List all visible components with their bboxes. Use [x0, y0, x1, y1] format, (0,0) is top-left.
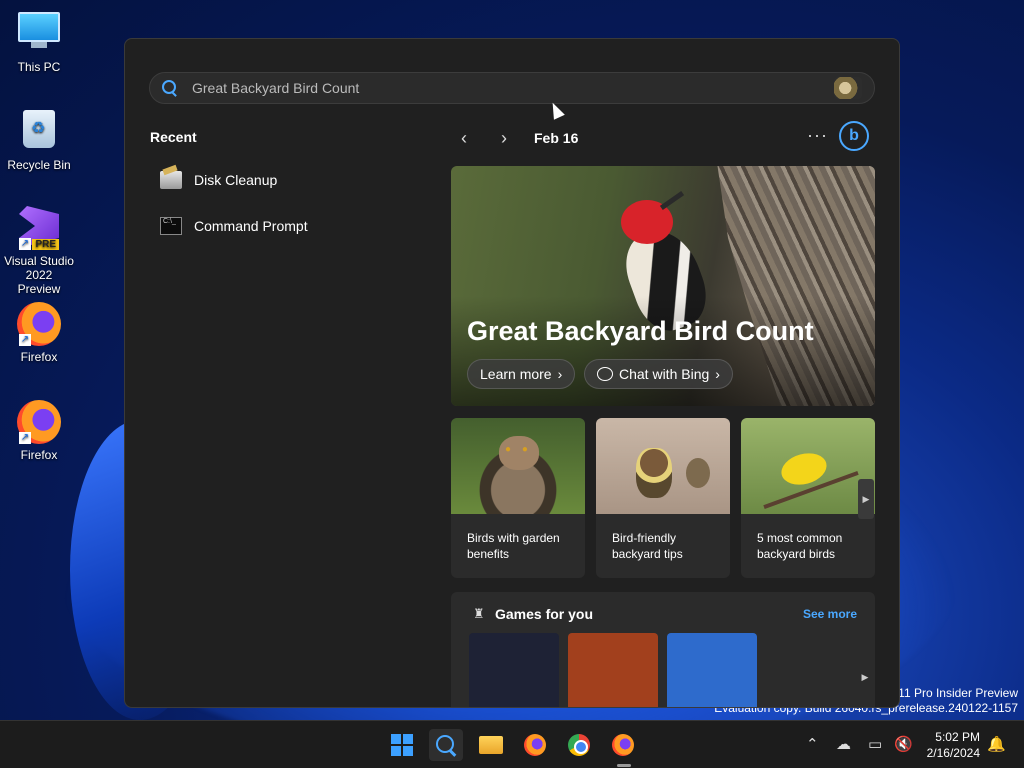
chevron-left-icon: ‹	[461, 127, 467, 148]
hero-card[interactable]: Great Backyard Bird Count Learn more › C…	[451, 166, 875, 406]
search-input[interactable]	[192, 80, 834, 96]
search-icon	[435, 734, 457, 756]
game-tile[interactable]	[667, 633, 757, 707]
desktop-icon-firefox-1[interactable]: ↗ Firefox	[4, 302, 74, 364]
chevron-right-icon: ›	[715, 366, 720, 382]
previous-day-button[interactable]: ‹	[461, 127, 467, 149]
taskbar: ⌃ ☁ ▭ 🔇 5:02 PM 2/16/2024 🔔	[0, 720, 1024, 768]
games-section: ♜ Games for you See more ▶	[451, 592, 875, 707]
recent-item-label: Disk Cleanup	[194, 172, 278, 188]
card-bird-friendly-tips[interactable]: Bird-friendly backyard tips	[596, 418, 730, 578]
chevron-right-icon: ›	[501, 127, 507, 148]
recent-item-disk-cleanup[interactable]: Disk Cleanup	[160, 171, 277, 189]
pre-badge: PRE	[32, 239, 59, 250]
card-title: Bird-friendly backyard tips	[612, 531, 683, 561]
search-icon	[162, 80, 178, 96]
shortcut-arrow-icon: ↗	[19, 238, 31, 250]
notification-bell-icon[interactable]: 🔔	[987, 735, 1006, 753]
firefox-icon	[524, 734, 546, 756]
chrome-icon	[568, 734, 590, 756]
card-birds-garden-benefits[interactable]: Birds with garden benefits	[451, 418, 585, 578]
date-label: Feb 16	[534, 130, 579, 146]
shortcut-arrow-icon: ↗	[19, 334, 31, 346]
chat-icon	[597, 367, 613, 381]
bird-feeder-image	[596, 418, 730, 514]
show-hidden-icons-chevron-up-icon[interactable]: ⌃	[806, 735, 819, 753]
desktop-icon-label: Visual Studio 2022 Preview	[4, 254, 74, 296]
owl-image	[451, 418, 585, 514]
desktop-icon-label: Firefox	[20, 448, 58, 462]
clock-date: 2/16/2024	[926, 746, 980, 760]
firefox-nightly-taskbar-button[interactable]	[606, 729, 640, 767]
watermark-line-1: s 11 Pro Insider Preview	[888, 686, 1018, 700]
goldfinch-image	[741, 418, 875, 514]
search-bar[interactable]	[149, 72, 875, 104]
firefox-icon: ↗	[17, 302, 61, 346]
shortcut-arrow-icon: ↗	[19, 432, 31, 444]
search-panel: Recent Disk Cleanup C:\_ Command Prompt …	[124, 38, 900, 708]
chat-with-bing-label: Chat with Bing	[619, 366, 710, 382]
desktop-icon-this-pc[interactable]: This PC	[4, 8, 74, 74]
see-more-link[interactable]: See more	[803, 607, 857, 621]
visual-studio-icon: PRE ↗	[17, 206, 61, 250]
desktop-icon-label: Recycle Bin	[7, 158, 71, 172]
desktop-icon-recycle-bin[interactable]: Recycle Bin	[4, 106, 74, 172]
onedrive-cloud-icon[interactable]: ☁	[836, 735, 851, 753]
card-common-backyard-birds[interactable]: 5 most common backyard birds	[741, 418, 875, 578]
chess-icon: ♜	[473, 606, 485, 621]
firefox-icon	[612, 734, 634, 756]
learn-more-button[interactable]: Learn more ›	[467, 359, 576, 389]
next-day-button[interactable]: ›	[501, 127, 507, 149]
start-button[interactable]	[385, 729, 419, 761]
file-explorer-button[interactable]	[474, 729, 508, 761]
search-highlight-bird-icon[interactable]	[834, 77, 862, 99]
hero-title: Great Backyard Bird Count	[467, 316, 814, 346]
windows-logo-icon	[391, 734, 413, 756]
bing-icon[interactable]: b	[839, 121, 869, 151]
search-taskbar-button[interactable]	[429, 729, 463, 761]
command-prompt-icon: C:\_	[160, 217, 182, 235]
this-pc-icon	[17, 12, 61, 56]
recycle-bin-icon	[17, 110, 61, 154]
clock-time: 5:02 PM	[935, 730, 980, 744]
desktop-icon-visual-studio[interactable]: PRE ↗ Visual Studio 2022 Preview	[4, 204, 74, 296]
game-tile[interactable]	[568, 633, 658, 707]
network-icon[interactable]: ▭	[868, 735, 882, 753]
card-title: Birds with garden benefits	[467, 531, 560, 561]
hero-shade	[451, 296, 875, 406]
card-title: 5 most common backyard birds	[757, 531, 843, 561]
firefox-taskbar-button[interactable]	[518, 729, 552, 761]
running-indicator	[617, 764, 631, 767]
games-next-button[interactable]: ▶	[857, 664, 873, 690]
chat-with-bing-button[interactable]: Chat with Bing ›	[584, 359, 733, 389]
volume-muted-icon[interactable]: 🔇	[894, 735, 913, 753]
firefox-icon: ↗	[17, 400, 61, 444]
recent-heading: Recent	[150, 129, 197, 145]
desktop-icon-label: Firefox	[20, 350, 58, 364]
folder-icon	[479, 736, 503, 754]
more-options-button[interactable]: ···	[807, 125, 828, 146]
disk-cleanup-icon	[160, 171, 182, 189]
clock[interactable]: 5:02 PM 2/16/2024	[927, 729, 980, 761]
chevron-right-icon: ›	[557, 366, 563, 382]
games-title: Games for you	[495, 606, 594, 622]
desktop-icon-label: This PC	[17, 60, 61, 74]
chrome-taskbar-button[interactable]	[562, 729, 596, 761]
learn-more-label: Learn more	[480, 366, 552, 382]
recent-item-label: Command Prompt	[194, 218, 308, 234]
cards-next-button[interactable]: ▶	[858, 479, 874, 519]
desktop-icon-firefox-2[interactable]: ↗ Firefox	[4, 400, 74, 462]
recent-item-command-prompt[interactable]: C:\_ Command Prompt	[160, 217, 308, 235]
game-tile[interactable]	[469, 633, 559, 707]
